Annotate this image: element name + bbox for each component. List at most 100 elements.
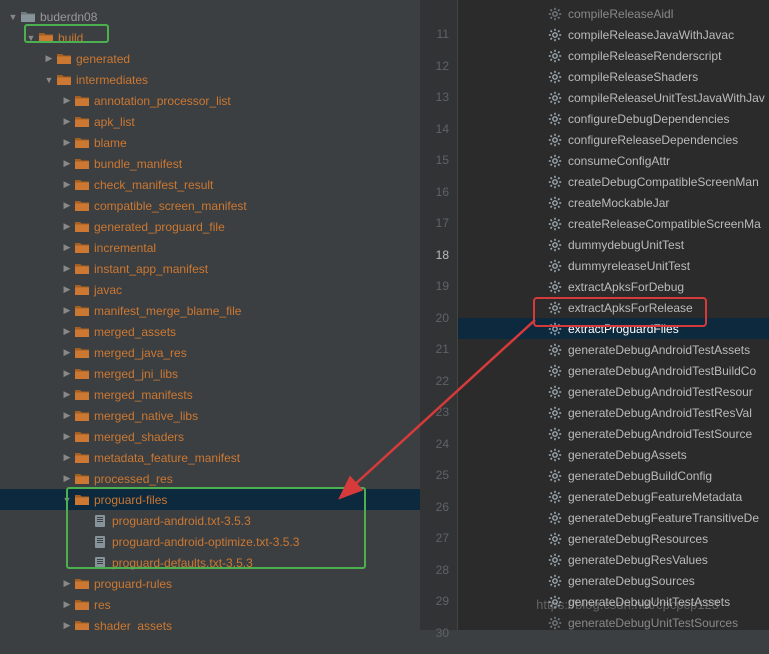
tree-item[interactable]: ▶proguard-android.txt-3.5.3	[0, 510, 420, 531]
gear-icon	[548, 280, 562, 294]
chevron-right-icon[interactable]: ▶	[62, 95, 72, 106]
chevron-down-icon[interactable]: ▼	[8, 12, 18, 22]
chevron-right-icon[interactable]: ▶	[62, 284, 72, 295]
tree-item[interactable]: ▼build	[0, 27, 420, 48]
tree-item[interactable]: ▶proguard-defaults.txt-3.5.3	[0, 552, 420, 573]
gradle-task[interactable]: generateDebugBuildConfig	[458, 465, 769, 486]
tree-item[interactable]: ▶check_manifest_result	[0, 174, 420, 195]
tree-item[interactable]: ▶metadata_feature_manifest	[0, 447, 420, 468]
gradle-task[interactable]: compileReleaseShaders	[458, 66, 769, 87]
gradle-task[interactable]: compileReleaseJavaWithJavac	[458, 24, 769, 45]
chevron-down-icon[interactable]: ▼	[44, 75, 54, 85]
gradle-task[interactable]: dummydebugUnitTest	[458, 234, 769, 255]
gradle-task[interactable]: generateDebugFeatureTransitiveDe	[458, 507, 769, 528]
chevron-right-icon[interactable]: ▶	[62, 116, 72, 127]
gear-icon	[548, 217, 562, 231]
chevron-right-icon[interactable]: ▶	[62, 473, 72, 484]
tree-item[interactable]: ▶merged_native_libs	[0, 405, 420, 426]
tree-item-label: generated_proguard_file	[94, 220, 225, 234]
chevron-right-icon[interactable]: ▶	[62, 389, 72, 400]
gradle-task[interactable]: dummyreleaseUnitTest	[458, 255, 769, 276]
chevron-right-icon[interactable]: ▶	[62, 410, 72, 421]
chevron-right-icon[interactable]: ▶	[62, 200, 72, 211]
tree-item[interactable]: ▶proguard-rules	[0, 573, 420, 594]
gradle-task[interactable]: generateDebugFeatureMetadata	[458, 486, 769, 507]
tree-item[interactable]: ▶apk_list	[0, 111, 420, 132]
chevron-right-icon[interactable]: ▶	[62, 221, 72, 232]
gradle-task[interactable]: generateDebugAssets	[458, 444, 769, 465]
task-label: consumeConfigAttr	[568, 154, 670, 168]
project-tree[interactable]: ▼buderdn08▼build▶generated▼intermediates…	[0, 0, 420, 630]
tree-item[interactable]: ▶proguard-android-optimize.txt-3.5.3	[0, 531, 420, 552]
chevron-right-icon[interactable]: ▶	[62, 242, 72, 253]
gradle-task[interactable]: extractProguardFiles	[458, 318, 769, 339]
chevron-right-icon[interactable]: ▶	[62, 263, 72, 274]
gradle-task[interactable]: generateDebugUnitTestSources	[458, 612, 769, 630]
tree-item[interactable]: ▶processed_res	[0, 468, 420, 489]
chevron-right-icon[interactable]: ▶	[62, 620, 72, 630]
chevron-right-icon[interactable]: ▶	[62, 599, 72, 610]
line-number: 14	[420, 119, 449, 140]
tree-item[interactable]: ▼ proguard-files	[0, 489, 420, 510]
gradle-task[interactable]: compileReleaseAidl	[458, 3, 769, 24]
gradle-task[interactable]: createDebugCompatibleScreenMan	[458, 171, 769, 192]
tree-item[interactable]: ▶merged_jni_libs	[0, 363, 420, 384]
gradle-task[interactable]: generateDebugAndroidTestResVal	[458, 402, 769, 423]
gradle-task[interactable]: generateDebugSources	[458, 570, 769, 591]
chevron-right-icon[interactable]: ▶	[62, 578, 72, 589]
gradle-task[interactable]: configureReleaseDependencies	[458, 129, 769, 150]
tree-item-label: proguard-files	[94, 493, 167, 507]
gradle-task[interactable]: generateDebugUnitTestAssets	[458, 591, 769, 612]
chevron-down-icon[interactable]: ▼	[26, 33, 36, 43]
chevron-right-icon[interactable]: ▶	[62, 431, 72, 442]
tree-item[interactable]: ▶instant_app_manifest	[0, 258, 420, 279]
chevron-right-icon[interactable]: ▶	[62, 158, 72, 169]
chevron-right-icon[interactable]: ▶	[62, 347, 72, 358]
tree-item[interactable]: ▶ compatible_screen_manifest	[0, 195, 420, 216]
tree-item[interactable]: ▶incremental	[0, 237, 420, 258]
chevron-right-icon[interactable]: ▶	[62, 179, 72, 190]
gradle-task[interactable]: generateDebugAndroidTestBuildCo	[458, 360, 769, 381]
gradle-task[interactable]: generateDebugAndroidTestSource	[458, 423, 769, 444]
tree-item[interactable]: ▶shader_assets	[0, 615, 420, 630]
tree-item[interactable]: ▶bundle_manifest	[0, 153, 420, 174]
chevron-right-icon[interactable]: ▶	[62, 305, 72, 316]
gradle-task[interactable]: generateDebugResources	[458, 528, 769, 549]
chevron-right-icon[interactable]: ▶	[44, 53, 54, 64]
gradle-task[interactable]: configureDebugDependencies	[458, 108, 769, 129]
tree-item-label: blame	[94, 136, 127, 150]
tree-item[interactable]: ▼intermediates	[0, 69, 420, 90]
tree-item[interactable]: ▶ blame	[0, 132, 420, 153]
tree-item[interactable]: ▼buderdn08	[0, 6, 420, 27]
tree-item[interactable]: ▶merged_manifests	[0, 384, 420, 405]
gradle-task[interactable]: extractApksForRelease	[458, 297, 769, 318]
tree-item[interactable]: ▶generated	[0, 48, 420, 69]
task-label: extractApksForDebug	[568, 280, 684, 294]
gradle-task[interactable]: generateDebugResValues	[458, 549, 769, 570]
tree-item[interactable]: ▶res	[0, 594, 420, 615]
chevron-right-icon[interactable]: ▶	[62, 452, 72, 463]
line-number: 17	[420, 213, 449, 234]
gradle-task[interactable]: consumeConfigAttr	[458, 150, 769, 171]
tree-item[interactable]: ▶manifest_merge_blame_file	[0, 300, 420, 321]
tree-item[interactable]: ▶merged_java_res	[0, 342, 420, 363]
gradle-task[interactable]: compileReleaseRenderscript	[458, 45, 769, 66]
gradle-task[interactable]: generateDebugAndroidTestResour	[458, 381, 769, 402]
chevron-right-icon[interactable]: ▶	[62, 326, 72, 337]
tree-item[interactable]: ▶javac	[0, 279, 420, 300]
gradle-task[interactable]: compileReleaseUnitTestJavaWithJav	[458, 87, 769, 108]
tree-item-label: compatible_screen_manifest	[94, 199, 247, 213]
gradle-task[interactable]: generateDebugAndroidTestAssets	[458, 339, 769, 360]
tree-item[interactable]: ▶ generated_proguard_file	[0, 216, 420, 237]
chevron-right-icon[interactable]: ▶	[62, 137, 72, 148]
gradle-task[interactable]: extractApksForDebug	[458, 276, 769, 297]
chevron-right-icon[interactable]: ▶	[62, 368, 72, 379]
gradle-task-list[interactable]: compileReleaseAidlcompileReleaseJavaWith…	[458, 0, 769, 630]
tree-item[interactable]: ▶merged_assets	[0, 321, 420, 342]
gradle-task[interactable]: createMockableJar	[458, 192, 769, 213]
task-label: generateDebugAndroidTestBuildCo	[568, 364, 756, 378]
chevron-down-icon[interactable]: ▼	[62, 495, 72, 505]
tree-item[interactable]: ▶annotation_processor_list	[0, 90, 420, 111]
gradle-task[interactable]: createReleaseCompatibleScreenMa	[458, 213, 769, 234]
tree-item[interactable]: ▶merged_shaders	[0, 426, 420, 447]
